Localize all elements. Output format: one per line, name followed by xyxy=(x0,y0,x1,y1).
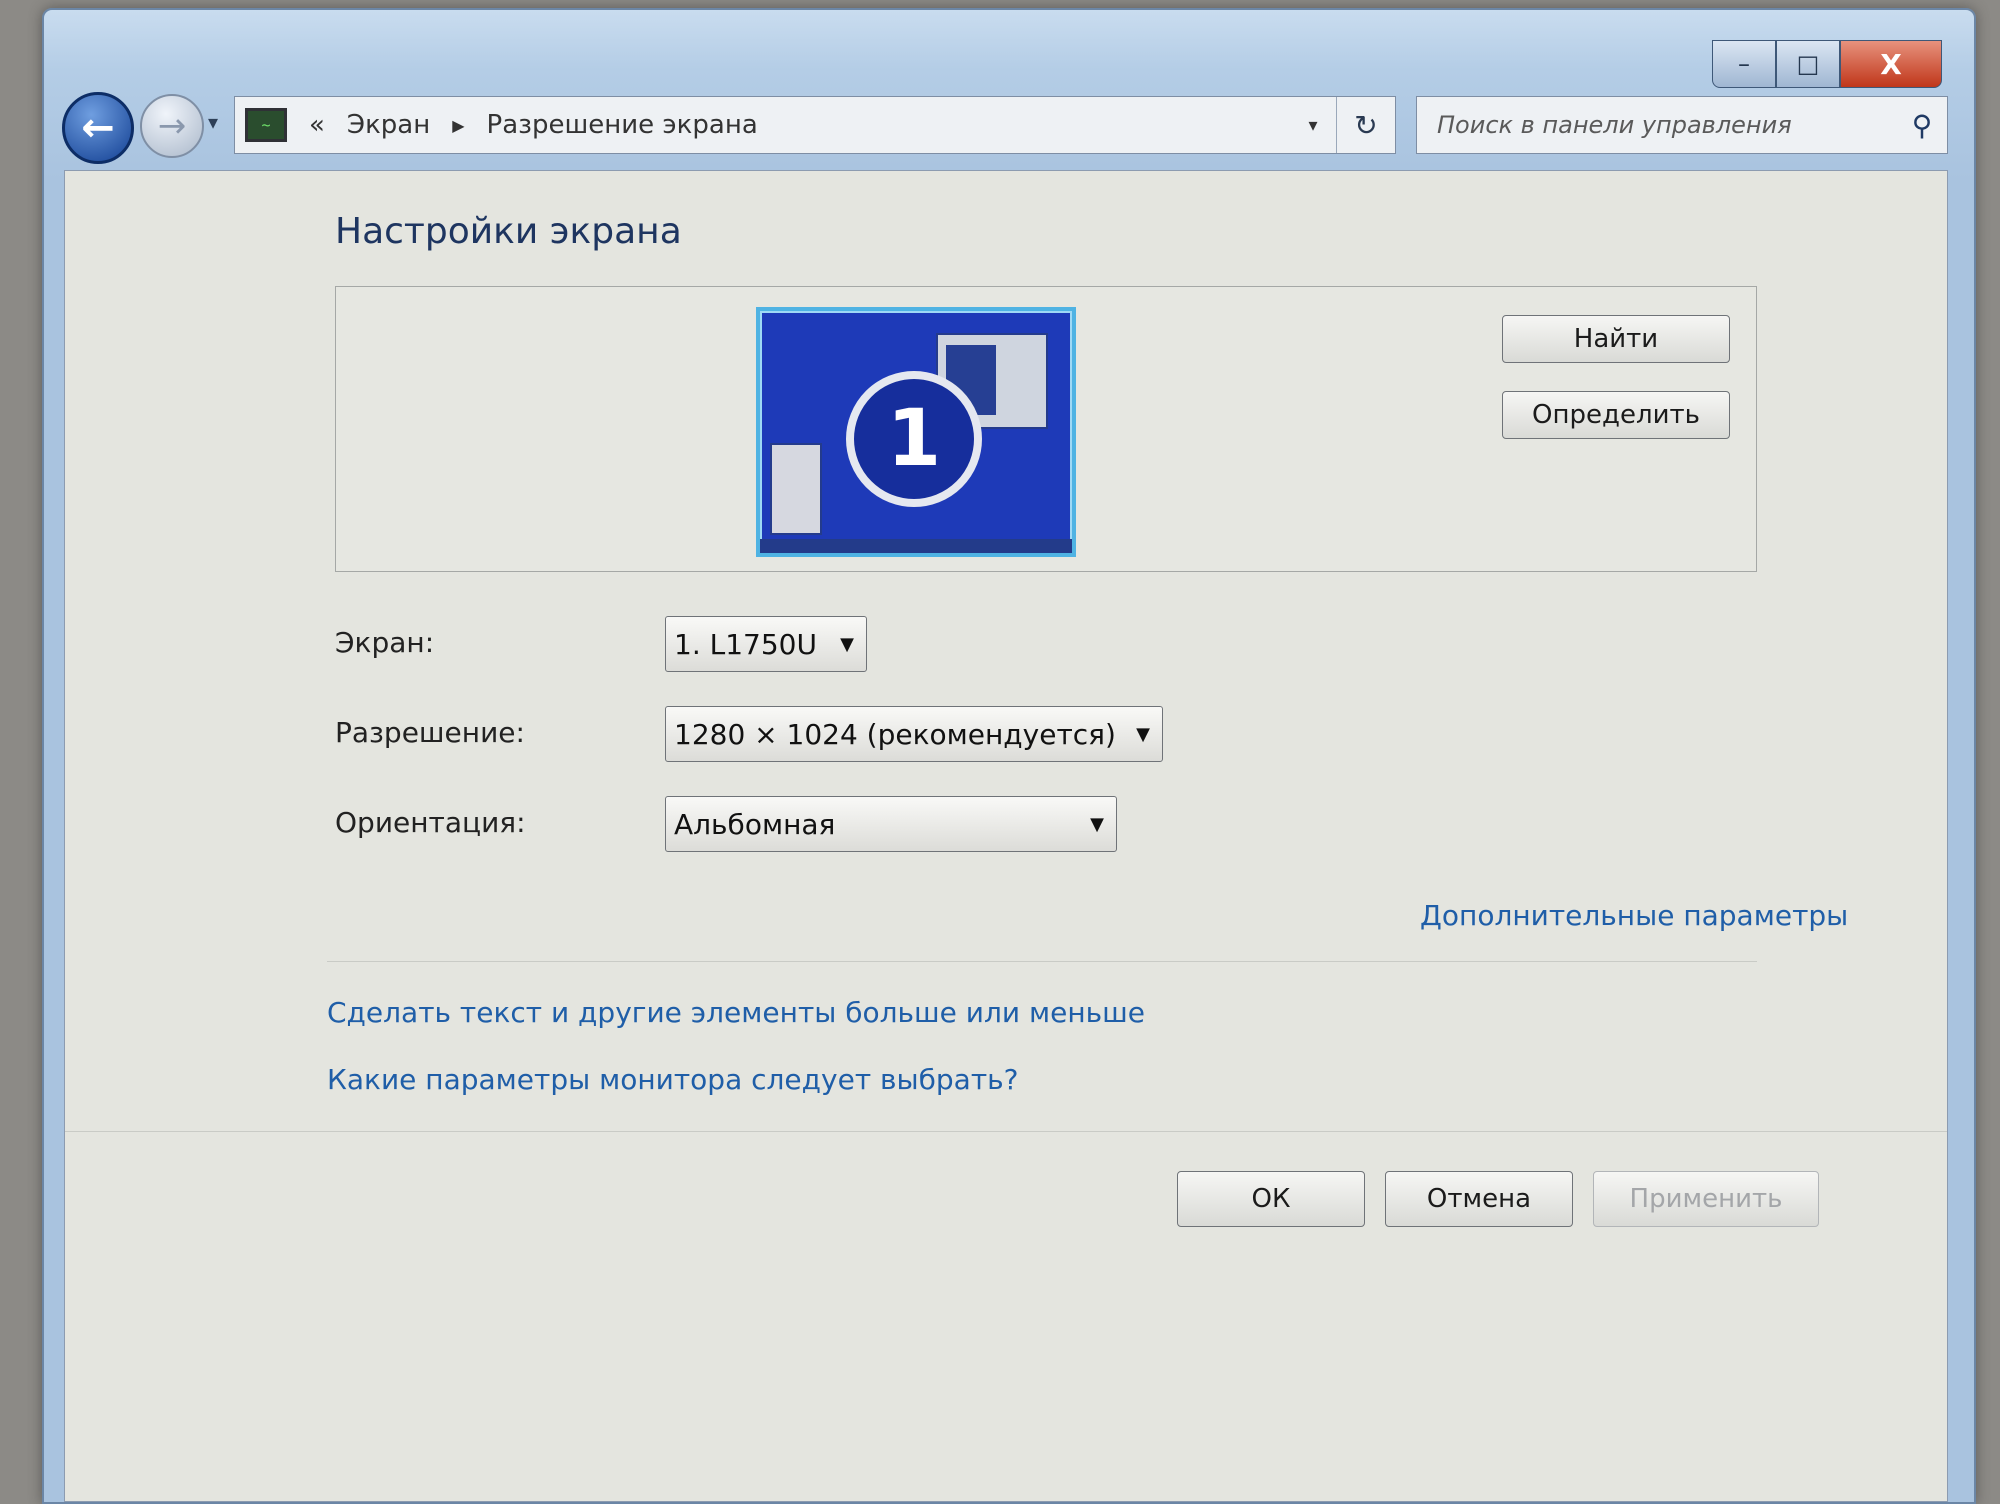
resolution-label: Разрешение: xyxy=(335,716,525,749)
mini-taskbar xyxy=(760,539,1072,553)
monitor-icon: ~ xyxy=(245,108,287,142)
arrow-left-icon: ← xyxy=(81,105,115,151)
monitor-thumbnail[interactable]: 1 xyxy=(756,307,1076,557)
search-box: ⚲ xyxy=(1416,96,1948,154)
back-button[interactable]: ← xyxy=(62,92,134,164)
search-input[interactable] xyxy=(1417,110,1897,140)
control-panel-window: – □ X ← → ▾ ~ « Экран ▶ Разрешение экран… xyxy=(42,8,1976,1504)
orientation-select[interactable]: Альбомная ▼ xyxy=(665,796,1117,852)
address-dropdown-icon[interactable]: ▾ xyxy=(1290,97,1336,153)
refresh-icon[interactable]: ↻ xyxy=(1336,97,1395,153)
chevron-down-icon: ▼ xyxy=(840,633,854,655)
cancel-button[interactable]: Отмена xyxy=(1385,1171,1573,1227)
breadcrumb-item-screen[interactable]: Экран xyxy=(347,110,430,140)
search-icon[interactable]: ⚲ xyxy=(1897,109,1947,142)
mini-panel-icon xyxy=(770,443,822,535)
find-button[interactable]: Найти xyxy=(1502,315,1730,363)
recent-pages-dropdown[interactable]: ▾ xyxy=(208,110,218,134)
display-select-value: 1. L1750U xyxy=(674,627,817,661)
main-content: Настройки экрана 1 Найти Определить Экра… xyxy=(64,170,1948,1502)
breadcrumb-item-resolution[interactable]: Разрешение экрана xyxy=(487,110,758,140)
orientation-select-value: Альбомная xyxy=(674,807,836,841)
ok-button[interactable]: ОК xyxy=(1177,1171,1365,1227)
monitor-preview-area: 1 Найти Определить xyxy=(335,286,1757,572)
forward-button[interactable]: → xyxy=(140,94,204,158)
maximize-button[interactable]: □ xyxy=(1776,40,1840,88)
apply-button[interactable]: Применить xyxy=(1593,1171,1819,1227)
identify-button[interactable]: Определить xyxy=(1502,391,1730,439)
close-button[interactable]: X xyxy=(1840,40,1942,88)
divider xyxy=(327,961,1757,962)
orientation-label: Ориентация: xyxy=(335,806,526,839)
caption-buttons: – □ X xyxy=(1712,40,1942,88)
monitor-help-link[interactable]: Какие параметры монитора следует выбрать… xyxy=(327,1063,1019,1096)
breadcrumb-arrow-icon[interactable]: ▶ xyxy=(452,116,464,135)
display-label: Экран: xyxy=(335,626,435,659)
text-size-link[interactable]: Сделать текст и другие элементы больше и… xyxy=(327,996,1145,1029)
resolution-select-value: 1280 × 1024 (рекомендуется) xyxy=(674,717,1116,751)
chevron-down-icon: ▼ xyxy=(1090,813,1104,835)
monitor-number-badge: 1 xyxy=(846,371,982,507)
footer-divider xyxy=(65,1131,1947,1132)
address-bar[interactable]: ~ « Экран ▶ Разрешение экрана ▾ ↻ xyxy=(234,96,1396,154)
resolution-select[interactable]: 1280 × 1024 (рекомендуется) ▼ xyxy=(665,706,1163,762)
breadcrumb-overflow[interactable]: « xyxy=(309,110,325,140)
page-title: Настройки экрана xyxy=(335,211,682,252)
chevron-down-icon: ▼ xyxy=(1136,723,1150,745)
navigation-bar: ← → ▾ ~ « Экран ▶ Разрешение экрана ▾ ↻ … xyxy=(62,88,1948,164)
advanced-settings-link[interactable]: Дополнительные параметры xyxy=(1420,899,1848,932)
minimize-button[interactable]: – xyxy=(1712,40,1776,88)
display-select[interactable]: 1. L1750U ▼ xyxy=(665,616,867,672)
arrow-right-icon: → xyxy=(157,106,187,146)
